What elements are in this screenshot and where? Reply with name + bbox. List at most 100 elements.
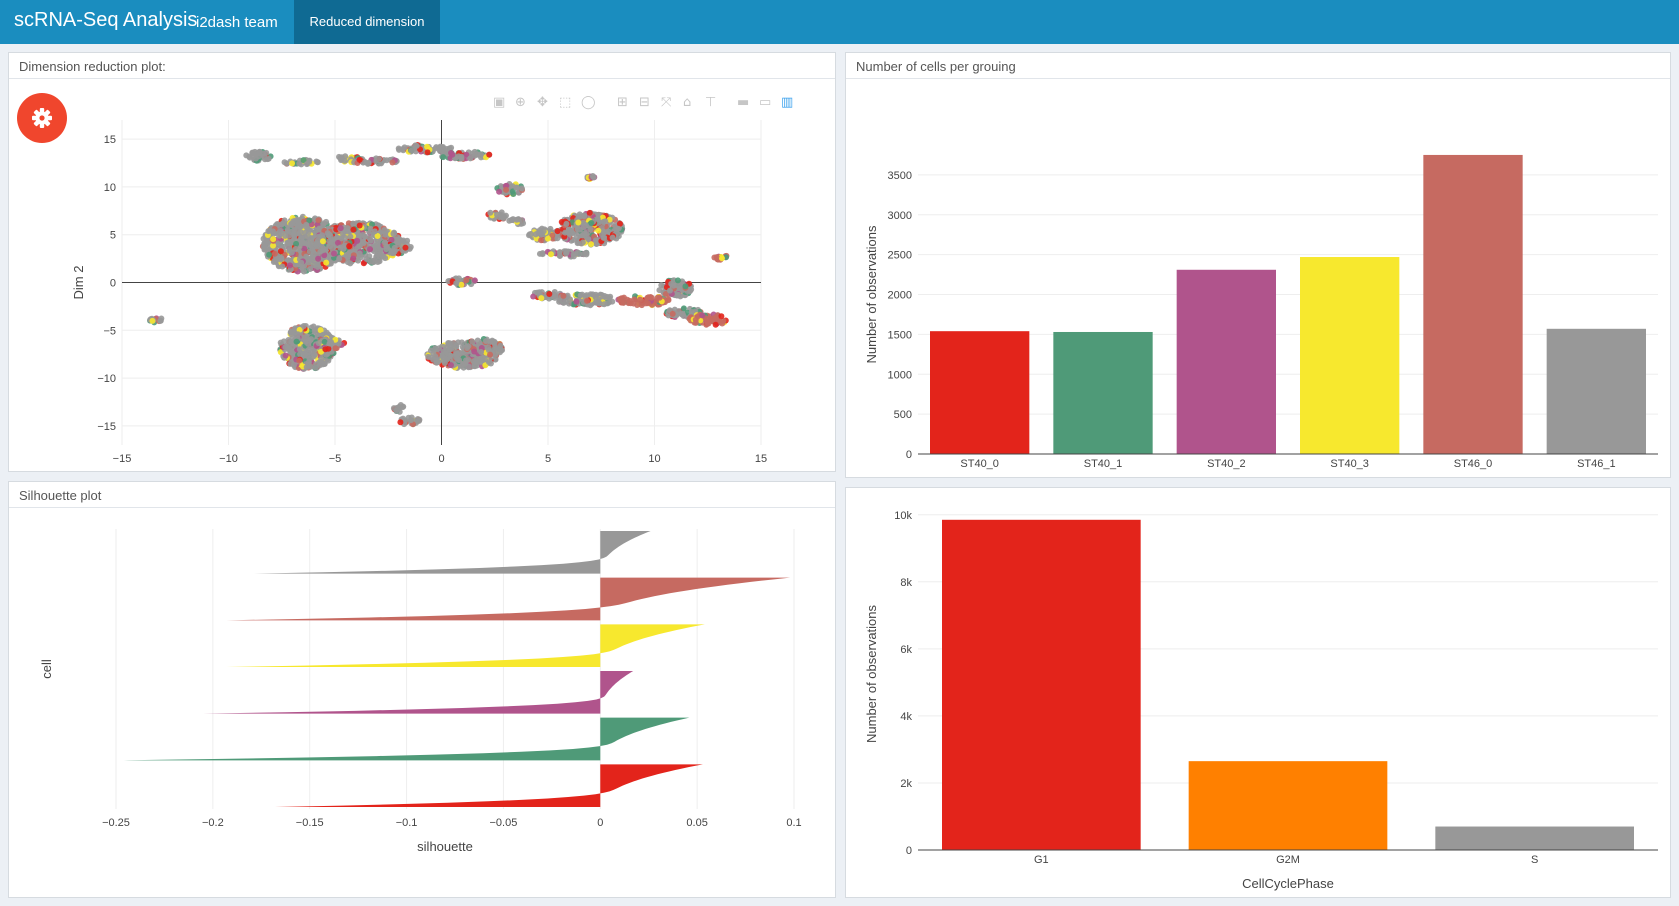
y-tick-label: 1000 [888,369,912,381]
scatter-point [602,218,609,225]
hover-compare-icon[interactable]: ▭ [759,95,771,110]
scatter-point [393,407,400,414]
scatter-point [287,360,294,367]
y-tick-label: 0 [906,449,912,461]
dimred-plot[interactable]: −15−15−10−10−5−5005510101515Dim 1Dim 2 [9,80,835,472]
scatter-point [307,266,314,273]
scatter-point [556,252,563,259]
scatter-point [534,289,541,296]
scatter-point [458,153,465,160]
scatter-point [332,345,339,352]
y-axis-title: Number of observations [864,225,879,364]
scatter-point [440,357,447,364]
x-tick-label: 0.05 [686,817,707,829]
silhouette-chart[interactable]: −0.25 −0.2 −0.15 −0.1 −0.05 0 0.05 0.1 silhouett… [9,509,835,898]
y-axis-title: Number of observations [864,604,879,743]
bar-S [1435,826,1634,850]
scatter-point [538,295,545,302]
bar-ST46_1 [1546,328,1646,454]
scatter-point [604,293,611,300]
y-axis-title: Dim 2 [71,266,86,300]
x-tick-label: −10 [219,453,238,465]
scatter-point [712,321,719,328]
y-tick-label: 2k [900,778,912,790]
spike-icon[interactable]: ⊤ [705,95,716,110]
reset-icon[interactable]: ⌂ [683,95,691,110]
zoom-out-icon[interactable]: ⊟ [639,95,650,110]
scatter-point [256,149,263,156]
scatter-point [330,250,337,257]
tab-reduced-dimension[interactable]: Reduced dimension [294,0,440,44]
scatter-point [404,237,411,244]
y-tick-label: −15 [97,421,116,433]
x-tick-label: 15 [755,453,767,465]
scatter-point [401,144,408,151]
bar-ST40_2 [1176,269,1276,454]
x-tick-label: 5 [545,453,551,465]
scatter-point [452,351,459,358]
scatter-point [264,156,271,163]
scatter-point [319,232,326,239]
scatter-point [594,215,601,222]
scatter-point [303,161,310,168]
scatter-point [319,238,326,245]
y-tick-label: 0 [906,845,912,857]
plotly-logo-icon[interactable]: ▥ [781,95,793,110]
x-tick-label: 10 [648,453,660,465]
scatter-point [261,240,268,247]
scatter-point [718,313,725,320]
scatter-point [366,246,373,253]
hover-closest-icon[interactable]: ▬ [737,95,749,110]
scatter-point [277,248,284,255]
scatter-point [581,213,588,220]
cells-panel-title: Number of cells per grouing [846,53,1670,79]
scatter-point [350,220,357,227]
scatter-point [570,251,577,258]
scatter-point [674,291,681,298]
x-tick-label: ST40_3 [1330,458,1369,470]
x-tick-label: −5 [329,453,342,465]
scatter-point [586,209,593,216]
scatter-point [304,224,311,231]
box-select-icon[interactable]: ⬚ [559,95,571,110]
scatter-point [338,155,345,162]
scatter-point [487,351,494,358]
scatter-point [592,237,599,244]
scatter-point [583,297,590,304]
lasso-icon[interactable]: ◯ [581,95,596,110]
scatter-point [566,296,573,303]
silhouette-ST40_3 [226,624,705,667]
scatter-point [346,243,353,250]
scatter-point [600,234,607,241]
scatter-point [456,357,463,364]
scatter-point [305,259,312,266]
y-tick-label: 0 [110,278,116,290]
pan-icon[interactable]: ✥ [537,95,548,110]
scatter-point [435,358,442,365]
camera-icon[interactable]: ▣ [493,95,505,110]
scatter-point [469,338,476,345]
bar-ST40_0 [930,331,1030,454]
app-title[interactable]: scRNA-Seq Analysis [14,9,197,32]
cells-panel: Number of cells per grouing 0 500 1000 1500… [845,52,1671,478]
y-tick-label: 2500 [888,250,912,262]
bar-G1 [942,519,1141,850]
scatter-point [296,346,303,353]
cellcycle-bar-chart[interactable]: 0 2k 4k 6k 8k 10k G1 G2M S CellCyclePhase Number o… [846,488,1670,897]
cells-bar-chart[interactable]: 0 500 1000 1500 2000 2500 3000 3500 ST40_0 ST40_1… [846,80,1670,478]
zoom-icon[interactable]: ⊕ [515,95,526,110]
scatter-point [286,247,293,254]
x-tick-label: ST40_2 [1207,458,1246,470]
x-tick-label: −0.15 [296,817,324,829]
x-tick-label: −0.25 [102,817,130,829]
scatter-point [402,244,409,251]
settings-gear-button[interactable] [17,93,67,143]
scatter-point [588,219,595,226]
autoscale-icon[interactable]: ⤧ [661,95,671,110]
scatter-point [282,352,289,359]
scatter-point [279,220,286,227]
scatter-point [453,280,460,287]
scatter-point [277,256,284,263]
zoom-in-icon[interactable]: ⊞ [617,95,628,110]
scatter-point [389,159,396,166]
